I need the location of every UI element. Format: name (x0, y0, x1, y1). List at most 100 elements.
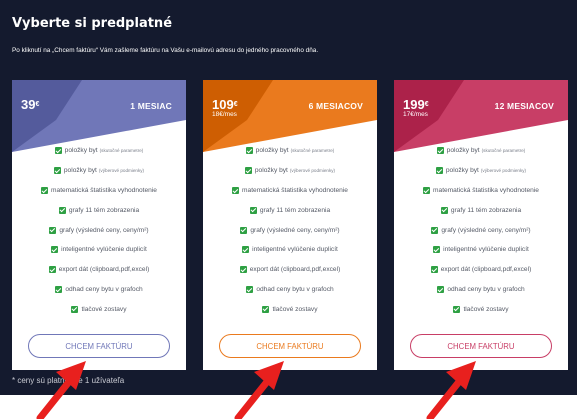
checkbox-check-icon (51, 246, 59, 254)
checkbox-check-icon (240, 226, 248, 234)
price-value: 199 (403, 97, 425, 112)
feature-note: (skutočné parametre) (290, 148, 335, 154)
feature-label: položky byt (446, 147, 480, 155)
feature-label: položky byt (64, 147, 98, 155)
plan-card: 199€ 17€/mes 12 MESIACOV položky byt (skutoč… (394, 80, 568, 370)
price-per-month: 18€/mes (212, 111, 237, 118)
arrow-icon (426, 361, 476, 419)
feature-label: grafy (výsledné ceny, ceny/m²) (250, 226, 340, 234)
feature-label: grafy (výsledné ceny, ceny/m²) (441, 226, 531, 234)
feature-item: tlačové zostavy (203, 299, 377, 319)
feature-label: položky byt (63, 167, 97, 175)
price-currency: € (35, 101, 40, 108)
feature-item: inteligentné vylúčenie duplicít (394, 240, 568, 260)
feature-item: inteligentné vylúčenie duplicít (203, 240, 377, 260)
chcem-fakturu-button[interactable]: CHCEM FAKTÚRU (219, 334, 361, 358)
checkbox-check-icon (423, 186, 431, 194)
checkbox-check-icon (239, 266, 247, 274)
feature-item: export dát (clipboard,pdf,excel) (203, 260, 377, 280)
price-value: 39 (21, 97, 36, 112)
checkbox-check-icon (71, 305, 79, 313)
feature-item: matematická štatistika vyhodnotenie (12, 181, 186, 201)
feature-label: inteligentné vylúčenie duplicít (252, 246, 338, 254)
feature-label: matematická štatistika vyhodnotenie (433, 186, 539, 194)
feature-label: tlačové zostavy (272, 305, 318, 313)
feature-item: položky byt (výberové podmienky) (394, 161, 568, 181)
feature-list: položky byt (skutočné parametre) položky b… (12, 141, 186, 319)
feature-item: položky byt (výberové podmienky) (203, 161, 377, 181)
checkbox-check-icon (262, 305, 270, 313)
feature-label: odhad ceny bytu v grafoch (65, 285, 143, 293)
feature-item: odhad ceny bytu v grafoch (203, 280, 377, 300)
feature-label: tlačové zostavy (463, 305, 509, 313)
feature-item: matematická štatistika vyhodnotenie (394, 181, 568, 201)
feature-label: položky byt (254, 167, 288, 175)
feature-label: export dát (clipboard,pdf,excel) (249, 266, 341, 274)
feature-item: tlačové zostavy (394, 299, 568, 319)
feature-item: položky byt (skutočné parametre) (394, 141, 568, 161)
feature-label: export dát (clipboard,pdf,excel) (440, 266, 532, 274)
feature-note: (skutočné parametre) (481, 148, 526, 154)
checkbox-check-icon (440, 206, 448, 214)
feature-note: (skutočné parametre) (99, 148, 144, 154)
feature-item: položky byt (skutočné parametre) (203, 141, 377, 161)
arrow-icon (36, 361, 86, 419)
feature-item: grafy (výsledné ceny, ceny/m²) (203, 220, 377, 240)
feature-label: položky byt (445, 167, 479, 175)
feature-label: odhad ceny bytu v grafoch (447, 285, 525, 293)
checkbox-check-icon (49, 226, 57, 234)
feature-label: inteligentné vylúčenie duplicít (443, 246, 529, 254)
feature-item: položky byt (skutočné parametre) (12, 141, 186, 161)
chcem-fakturu-button[interactable]: CHCEM FAKTÚRU (28, 334, 170, 358)
feature-item: inteligentné vylúčenie duplicít (12, 240, 186, 260)
feature-item: grafy 11 tém zobrazenia (203, 200, 377, 220)
subscription-panel: Vyberte si predplatné Po kliknutí na „Ch… (0, 0, 577, 395)
plan-price: 39€ (21, 98, 39, 111)
feature-item: tlačové zostavy (12, 299, 186, 319)
checkbox-check-icon (244, 167, 252, 175)
feature-label: odhad ceny bytu v grafoch (256, 285, 334, 293)
checkbox-check-icon (246, 285, 254, 293)
feature-label: tlačové zostavy (81, 305, 127, 313)
feature-note: (výberové podmienky) (480, 168, 527, 174)
feature-item: položky byt (výberové podmienky) (12, 161, 186, 181)
checkbox-check-icon (249, 206, 257, 214)
price-currency: € (424, 101, 429, 108)
feature-item: matematická štatistika vyhodnotenie (203, 181, 377, 201)
feature-list: položky byt (skutočné parametre) položky b… (394, 141, 568, 319)
plan-price: 199€ (403, 98, 429, 111)
feature-item: odhad ceny bytu v grafoch (394, 280, 568, 300)
feature-label: grafy 11 tém zobrazenia (450, 206, 522, 214)
checkbox-check-icon (430, 266, 438, 274)
feature-item: grafy (výsledné ceny, ceny/m²) (12, 220, 186, 240)
plan-name: 12 MESIACOV (494, 101, 554, 111)
checkbox-check-icon (41, 186, 49, 194)
checkbox-check-icon (54, 147, 62, 155)
feature-label: matematická štatistika vyhodnotenie (51, 186, 157, 194)
feature-list: položky byt (skutočné parametre) položky b… (203, 141, 377, 319)
feature-label: grafy (výsledné ceny, ceny/m²) (59, 226, 149, 234)
checkbox-check-icon (242, 246, 250, 254)
checkbox-check-icon (232, 186, 240, 194)
feature-label: export dát (clipboard,pdf,excel) (58, 266, 150, 274)
feature-label: grafy 11 tém zobrazenia (259, 206, 331, 214)
checkbox-check-icon (55, 285, 63, 293)
feature-label: grafy 11 tém zobrazenia (68, 206, 140, 214)
feature-item: grafy 11 tém zobrazenia (12, 200, 186, 220)
checkbox-check-icon (433, 246, 441, 254)
checkbox-check-icon (48, 266, 56, 274)
price-currency: € (233, 101, 238, 108)
checkbox-check-icon (245, 147, 253, 155)
plan-price: 109€ (212, 98, 238, 111)
feature-item: grafy (výsledné ceny, ceny/m²) (394, 220, 568, 240)
feature-item: odhad ceny bytu v grafoch (12, 280, 186, 300)
checkbox-check-icon (58, 206, 66, 214)
feature-item: export dát (clipboard,pdf,excel) (394, 260, 568, 280)
checkbox-check-icon (436, 147, 444, 155)
checkbox-check-icon (431, 226, 439, 234)
checkbox-check-icon (435, 167, 443, 175)
chcem-fakturu-button[interactable]: CHCEM FAKTÚRU (410, 334, 552, 358)
page-title: Vyberte si predplatné (12, 16, 173, 31)
plan-name: 6 MESIACOV (308, 101, 363, 111)
plan-card: 109€ 18€/mes 6 MESIACOV položky byt (skutočn… (203, 80, 377, 370)
